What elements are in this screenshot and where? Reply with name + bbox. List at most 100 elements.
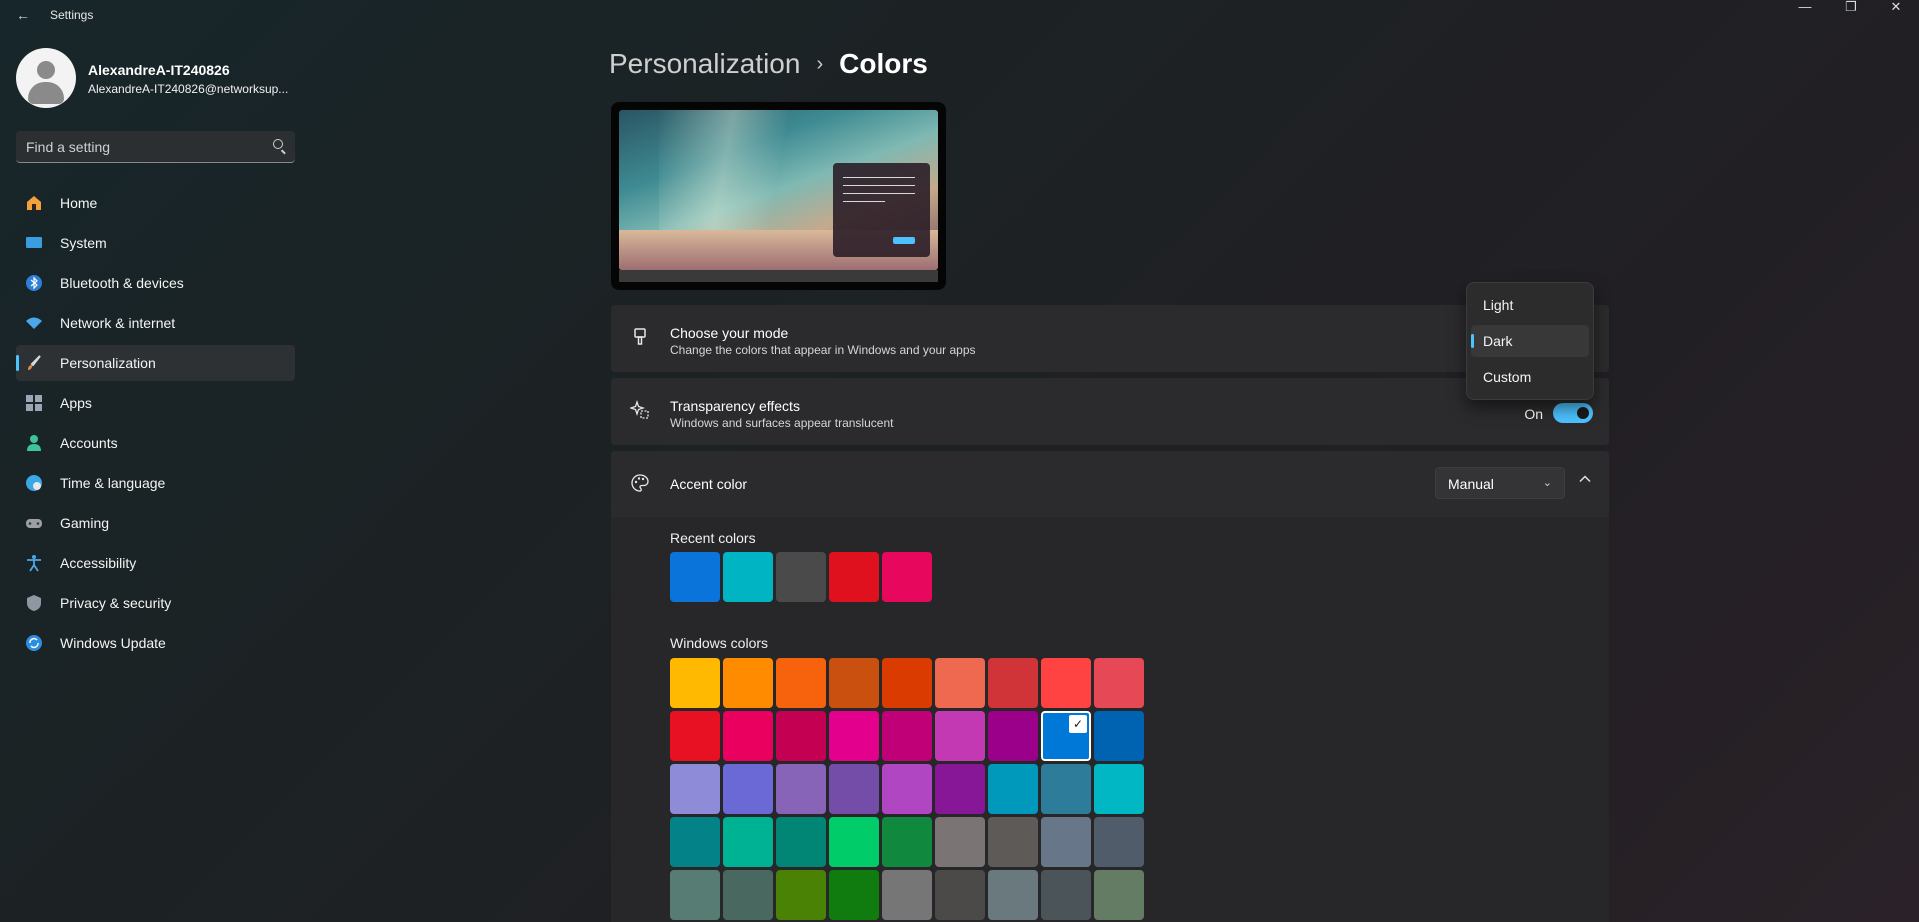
windows-color-swatch[interactable] xyxy=(829,711,879,761)
windows-color-swatch[interactable] xyxy=(1094,870,1144,920)
mode-option-light[interactable]: Light xyxy=(1471,289,1589,321)
mode-option-dark[interactable]: Dark xyxy=(1471,325,1589,357)
sidebar-item-time-language[interactable]: Time & language xyxy=(16,465,295,501)
windows-color-swatch[interactable] xyxy=(988,870,1038,920)
recent-colors-grid xyxy=(670,552,932,602)
sidebar-item-accessibility[interactable]: Accessibility xyxy=(16,545,295,581)
breadcrumb: Personalization › Colors xyxy=(609,48,928,80)
windows-color-swatch[interactable] xyxy=(723,817,773,867)
windows-color-swatch[interactable] xyxy=(882,817,932,867)
windows-color-swatch[interactable] xyxy=(829,764,879,814)
windows-color-swatch[interactable] xyxy=(988,658,1038,708)
mode-option-label: Light xyxy=(1483,297,1514,313)
windows-color-swatch[interactable] xyxy=(935,711,985,761)
windows-color-swatch[interactable] xyxy=(1041,817,1091,867)
windows-color-swatch[interactable] xyxy=(829,817,879,867)
windows-color-swatch[interactable] xyxy=(882,711,932,761)
windows-color-swatch[interactable] xyxy=(670,764,720,814)
windows-color-swatch[interactable] xyxy=(670,658,720,708)
windows-color-swatch[interactable] xyxy=(882,764,932,814)
chevron-up-icon[interactable] xyxy=(1573,469,1597,493)
close-button[interactable]: ✕ xyxy=(1873,0,1919,16)
windows-color-swatch[interactable] xyxy=(670,870,720,920)
accent-mode-select[interactable]: Manual ⌄ xyxy=(1435,467,1565,499)
windows-color-swatch[interactable] xyxy=(1041,870,1091,920)
sidebar-item-label: Personalization xyxy=(60,355,156,371)
sidebar-item-apps[interactable]: Apps xyxy=(16,385,295,421)
transparency-title: Transparency effects xyxy=(670,398,800,414)
avatar[interactable] xyxy=(16,48,76,108)
wallpaper-preview xyxy=(619,110,938,270)
mode-option-custom[interactable]: Custom xyxy=(1471,361,1589,393)
mode-option-label: Dark xyxy=(1483,333,1513,349)
windows-color-swatch[interactable] xyxy=(723,764,773,814)
user-name: AlexandreA-IT240826 xyxy=(88,62,230,78)
chevron-down-icon: ⌄ xyxy=(1542,477,1552,489)
minimize-button[interactable]: — xyxy=(1782,0,1828,16)
recent-color-swatch[interactable] xyxy=(670,552,720,602)
search-icon[interactable] xyxy=(273,139,283,149)
windows-color-swatch[interactable] xyxy=(1094,817,1144,867)
windows-color-swatch[interactable] xyxy=(988,711,1038,761)
sidebar-item-privacy-security[interactable]: Privacy & security xyxy=(16,585,295,621)
sidebar-item-home[interactable]: Home xyxy=(16,185,295,221)
sidebar-item-system[interactable]: System xyxy=(16,225,295,261)
search-input[interactable]: Find a setting xyxy=(16,131,295,163)
sidebar-item-gaming[interactable]: Gaming xyxy=(16,505,295,541)
windows-color-swatch[interactable] xyxy=(1041,658,1091,708)
windows-color-swatch[interactable] xyxy=(1041,764,1091,814)
windows-color-swatch[interactable] xyxy=(882,870,932,920)
accent-title: Accent color xyxy=(670,476,748,492)
sidebar-item-label: Time & language xyxy=(60,475,166,491)
apps-icon xyxy=(25,394,43,412)
sidebar-item-bluetooth-devices[interactable]: Bluetooth & devices xyxy=(16,265,295,301)
mode-title: Choose your mode xyxy=(670,325,789,341)
windows-color-swatch[interactable] xyxy=(935,764,985,814)
sidebar-item-personalization[interactable]: Personalization xyxy=(16,345,295,381)
windows-color-swatch[interactable] xyxy=(776,711,826,761)
recent-color-swatch[interactable] xyxy=(723,552,773,602)
windows-color-swatch[interactable] xyxy=(776,870,826,920)
brush-icon xyxy=(629,327,651,349)
windows-color-swatch[interactable] xyxy=(829,870,879,920)
sidebar-item-accounts[interactable]: Accounts xyxy=(16,425,295,461)
transparency-toggle[interactable] xyxy=(1553,403,1593,423)
sidebar-item-label: Apps xyxy=(60,395,92,411)
windows-color-swatch[interactable] xyxy=(1094,764,1144,814)
back-arrow-icon[interactable]: ← xyxy=(14,6,32,24)
windows-color-swatch[interactable] xyxy=(935,870,985,920)
bluetooth-icon xyxy=(25,274,43,292)
windows-color-swatch[interactable] xyxy=(935,817,985,867)
windows-color-swatch[interactable]: ✓ xyxy=(1041,711,1091,761)
recent-color-swatch[interactable] xyxy=(776,552,826,602)
windows-color-swatch[interactable] xyxy=(723,658,773,708)
title-bar: ← Settings — ❐ ✕ xyxy=(0,0,1919,30)
windows-color-swatch[interactable] xyxy=(776,764,826,814)
windows-color-swatch[interactable] xyxy=(1094,711,1144,761)
recent-color-swatch[interactable] xyxy=(882,552,932,602)
sidebar-item-label: System xyxy=(60,235,107,251)
windows-color-swatch[interactable] xyxy=(723,711,773,761)
windows-color-swatch[interactable] xyxy=(829,658,879,708)
transparency-card: Transparency effects Windows and surface… xyxy=(611,378,1609,445)
sidebar-item-label: Accounts xyxy=(60,435,118,451)
windows-color-swatch[interactable] xyxy=(935,658,985,708)
windows-color-swatch[interactable] xyxy=(670,711,720,761)
windows-color-swatch[interactable] xyxy=(723,870,773,920)
recent-colors-label: Recent colors xyxy=(670,530,756,546)
recent-color-swatch[interactable] xyxy=(829,552,879,602)
windows-color-swatch[interactable] xyxy=(776,658,826,708)
breadcrumb-parent[interactable]: Personalization xyxy=(609,48,800,79)
sidebar-item-network-internet[interactable]: Network & internet xyxy=(16,305,295,341)
sidebar-item-windows-update[interactable]: Windows Update xyxy=(16,625,295,661)
accent-color-card[interactable]: Accent color Manual ⌄ xyxy=(611,451,1609,517)
windows-color-swatch[interactable] xyxy=(670,817,720,867)
windows-color-swatch[interactable] xyxy=(988,764,1038,814)
preview-taskbar xyxy=(619,270,938,282)
choose-mode-card[interactable]: Choose your mode Change the colors that … xyxy=(611,305,1609,372)
windows-color-swatch[interactable] xyxy=(776,817,826,867)
maximize-button[interactable]: ❐ xyxy=(1828,0,1874,16)
windows-color-swatch[interactable] xyxy=(988,817,1038,867)
windows-color-swatch[interactable] xyxy=(1094,658,1144,708)
windows-color-swatch[interactable] xyxy=(882,658,932,708)
